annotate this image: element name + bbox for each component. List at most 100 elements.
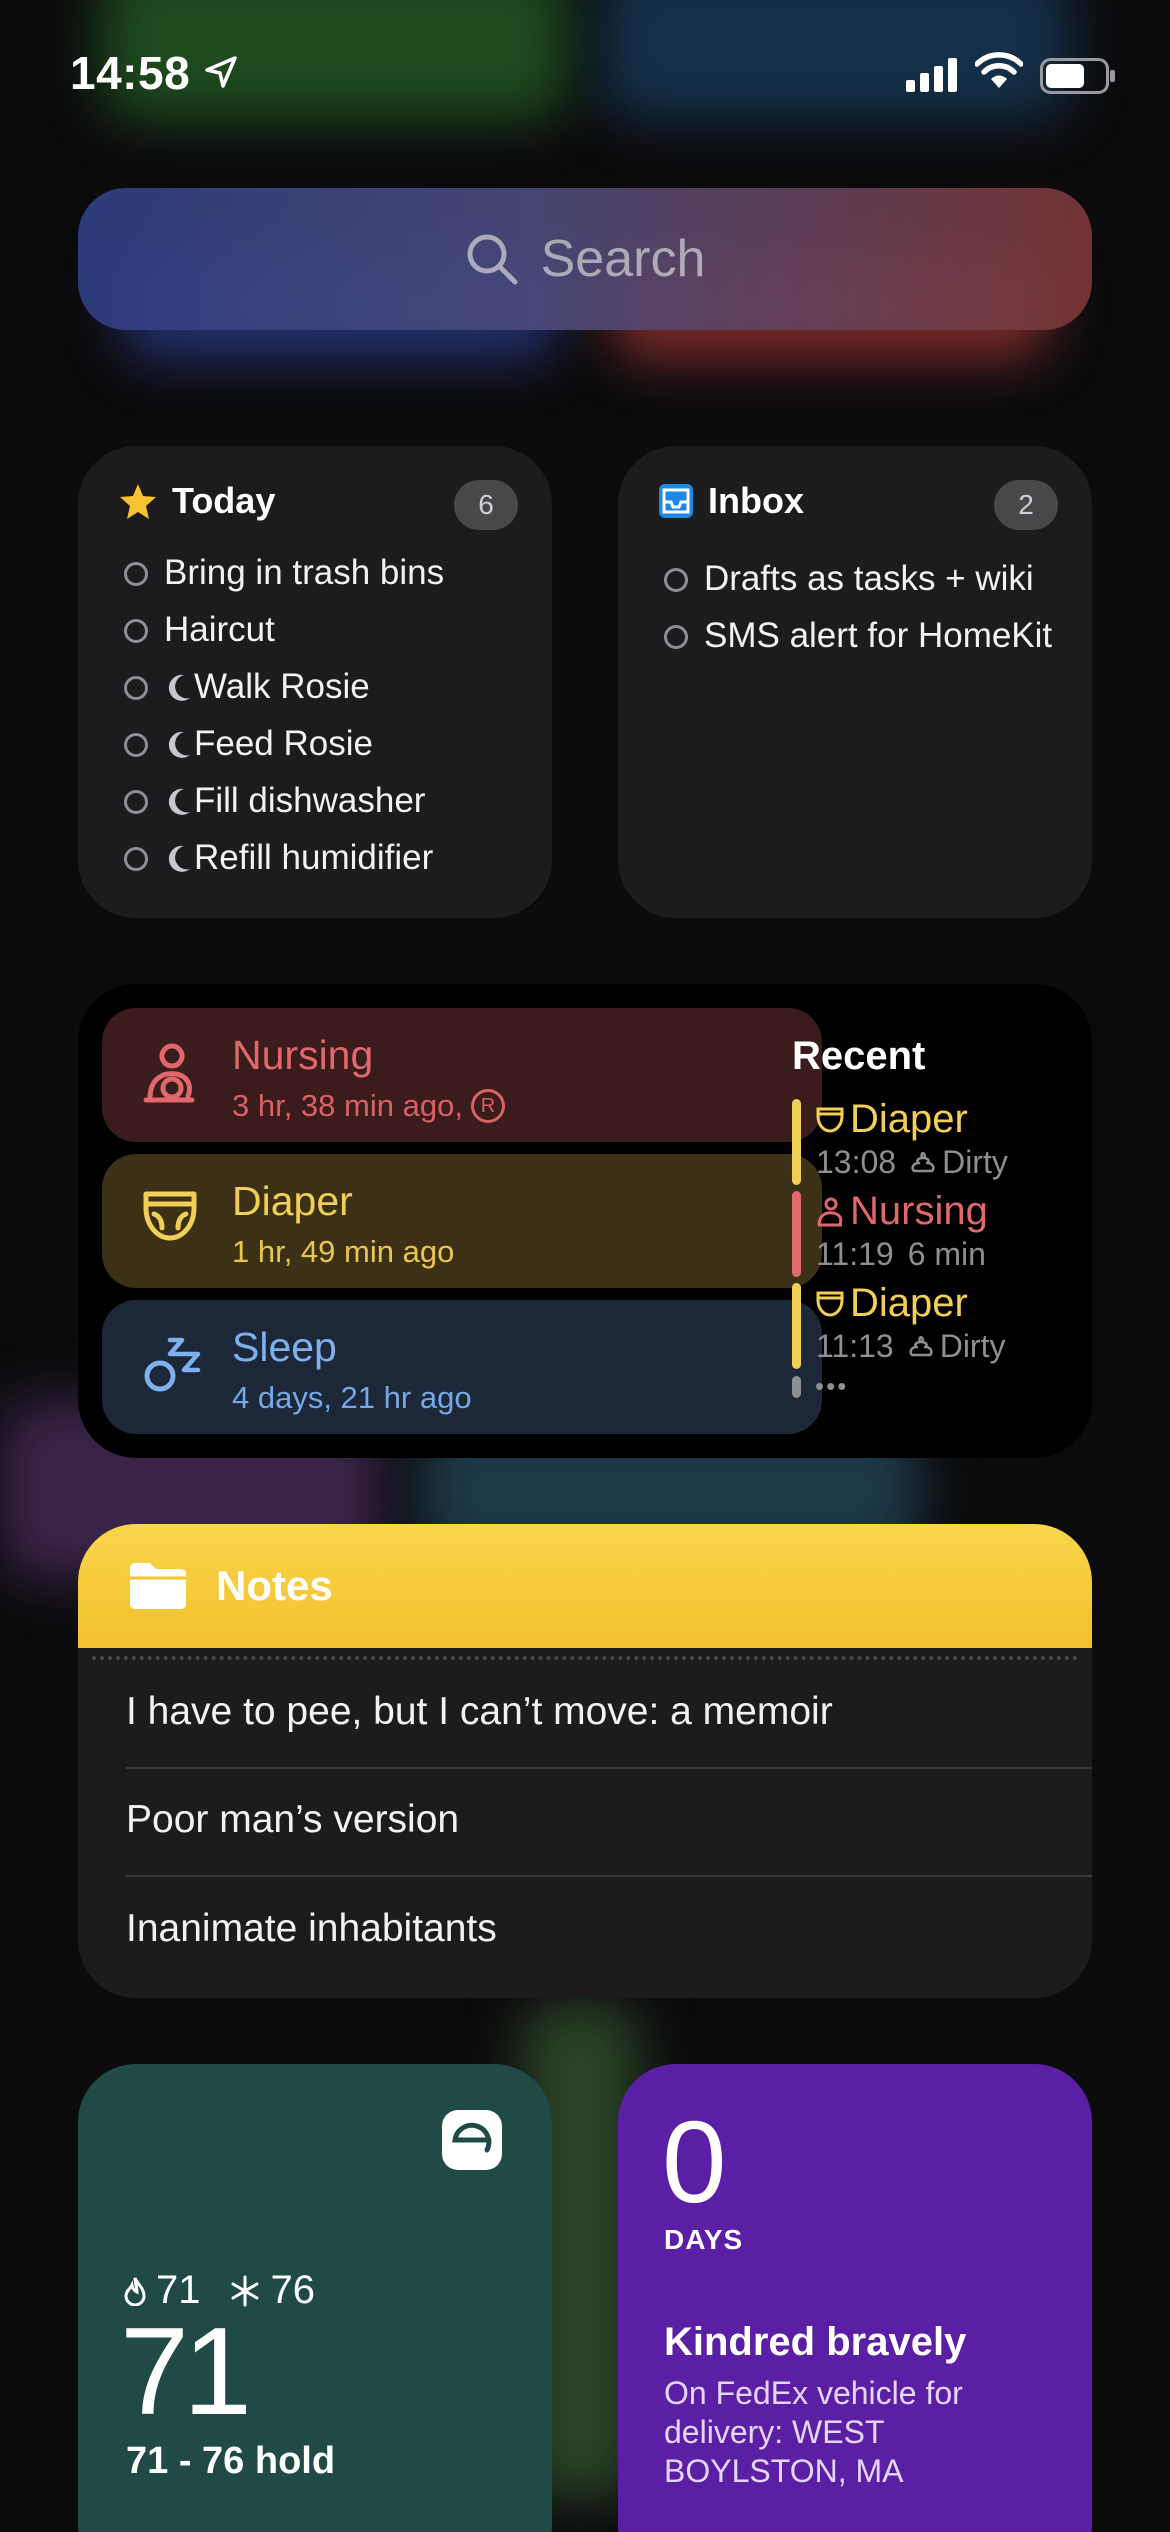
- notes-header: Notes: [78, 1524, 1092, 1648]
- widget-title: Inbox: [708, 480, 804, 521]
- recent-title: Recent: [792, 1034, 926, 1078]
- diaper-icon: [143, 1191, 197, 1241]
- divider: [126, 1875, 1092, 1877]
- checkbox[interactable]: [124, 847, 148, 871]
- checkbox[interactable]: [124, 676, 148, 700]
- inbox-tray-icon: [659, 484, 693, 518]
- note-item[interactable]: Poor man’s version: [126, 1798, 459, 1842]
- moon-icon: [168, 788, 190, 815]
- recent-time: 11:19: [816, 1236, 894, 1272]
- package-title: Kindred bravely: [664, 2320, 967, 2364]
- things-inbox-widget[interactable]: Inbox 2 Drafts as tasks + wiki SMS alert …: [618, 446, 1092, 918]
- poop-icon: [911, 1151, 935, 1172]
- note-item[interactable]: Inanimate inhabitants: [126, 1907, 497, 1951]
- recent-color-bar: [792, 1283, 801, 1369]
- recent-type: Diaper: [850, 1281, 968, 1325]
- things-today-widget[interactable]: Today 6 Bring in trash bins Haircut Walk R…: [78, 446, 552, 918]
- widget-title: Today: [172, 480, 276, 521]
- current-temperature: 71: [120, 2303, 252, 2441]
- recent-item[interactable]: Nursing 11:19 6 min: [792, 1189, 1072, 1281]
- notes-widget[interactable]: Notes I have to pee, but I can’t move: a…: [78, 1524, 1092, 1998]
- thermostat-widget[interactable]: 71 76 71 71 - 76 hold: [78, 2064, 552, 2532]
- clock: 14:58: [70, 47, 191, 99]
- diaper-ago: 1 hr, 49 min ago: [232, 1234, 455, 1269]
- checkbox[interactable]: [124, 790, 148, 814]
- task-item[interactable]: Bring in trash bins: [124, 552, 532, 593]
- snowflake-icon: [231, 2275, 258, 2306]
- task-label: Refill humidifier: [194, 838, 434, 877]
- star-icon: [120, 484, 156, 519]
- task-label: Bring in trash bins: [164, 553, 445, 592]
- checkbox[interactable]: [124, 619, 148, 643]
- task-item[interactable]: Fill dishwasher: [124, 780, 532, 821]
- baby-tracker-widget[interactable]: Nursing 3 hr, 38 min ago, R Diaper 1 hr,…: [78, 984, 1092, 1458]
- sleep-ago: 4 days, 21 hr ago: [232, 1380, 472, 1415]
- recent-color-bar: [792, 1099, 801, 1185]
- days-label: DAYS: [664, 2224, 744, 2255]
- sleep-label: Sleep: [232, 1324, 337, 1370]
- diaper-button[interactable]: Diaper 1 hr, 49 min ago: [102, 1154, 822, 1288]
- moon-icon: [168, 674, 190, 701]
- task-item[interactable]: Walk Rosie: [124, 666, 532, 707]
- task-item[interactable]: Feed Rosie: [124, 723, 532, 764]
- cellular-signal-icon: [906, 58, 957, 92]
- task-label: Feed Rosie: [194, 724, 373, 763]
- task-label: SMS alert for HomeKit: [704, 616, 1053, 655]
- recent-color-bar: [792, 1191, 801, 1277]
- search-placeholder: Search: [540, 230, 706, 288]
- diaper-icon: [816, 1107, 844, 1133]
- package-countdown-widget[interactable]: 0 DAYS Kindred bravely On FedEx vehicle …: [618, 2064, 1092, 2532]
- task-list: Drafts as tasks + wiki SMS alert for Home…: [664, 558, 1072, 672]
- moon-icon: [168, 731, 190, 758]
- divider: [126, 1767, 1092, 1769]
- task-label: Haircut: [164, 610, 275, 649]
- task-item[interactable]: SMS alert for HomeKit: [664, 615, 1072, 656]
- nursing-label: Nursing: [232, 1032, 374, 1078]
- poop-icon: [909, 1335, 933, 1356]
- more-dots: •••: [815, 1371, 849, 1401]
- notes-title: Notes: [216, 1562, 333, 1609]
- package-status: On FedEx vehicle for delivery: WEST BOYL…: [664, 2375, 963, 2489]
- nursing-ago: 3 hr, 38 min ago,: [232, 1088, 463, 1123]
- recent-time: 13:08: [816, 1144, 897, 1180]
- battery-icon: [1040, 58, 1115, 94]
- checkbox[interactable]: [124, 733, 148, 757]
- status-bar: 14:58: [0, 0, 1170, 140]
- folder-icon: [130, 1563, 186, 1609]
- checkbox[interactable]: [124, 562, 148, 586]
- recent-type: Diaper: [850, 1097, 968, 1141]
- cool-setpoint: 76: [270, 2268, 316, 2312]
- recent-list: Diaper 13:08 Dirty Nursing 11:19 6 min Diaper 1…: [792, 1097, 1072, 1373]
- days-count: 0: [662, 2097, 727, 2227]
- task-label: Fill dishwasher: [194, 781, 426, 820]
- diaper-label: Diaper: [232, 1178, 353, 1224]
- task-label: Walk Rosie: [194, 667, 370, 706]
- sleep-button[interactable]: Sleep 4 days, 21 hr ago: [102, 1300, 822, 1434]
- nursing-button[interactable]: Nursing 3 hr, 38 min ago, R: [102, 1008, 822, 1142]
- recent-detail: Dirty: [939, 1328, 1006, 1364]
- moon-icon: [168, 845, 190, 872]
- task-item[interactable]: Drafts as tasks + wiki: [664, 558, 1072, 599]
- task-list: Bring in trash bins Haircut Walk Rosie Feed…: [124, 552, 532, 894]
- recent-item[interactable]: Diaper 11:13 Dirty: [792, 1281, 1072, 1373]
- count-badge: 6: [454, 480, 518, 530]
- checkbox[interactable]: [664, 625, 688, 649]
- task-label: Drafts as tasks + wiki: [704, 559, 1034, 598]
- recent-type: Nursing: [850, 1189, 988, 1233]
- task-item[interactable]: Refill humidifier: [124, 837, 532, 878]
- sleep-icon: [144, 1337, 201, 1392]
- diaper-icon: [816, 1291, 844, 1317]
- recent-item[interactable]: Diaper 13:08 Dirty: [792, 1097, 1072, 1189]
- recent-detail: Dirty: [942, 1144, 1008, 1180]
- task-item[interactable]: Haircut: [124, 609, 532, 650]
- nursing-icon: [143, 1043, 195, 1103]
- ecobee-logo-icon: [442, 2110, 502, 2170]
- recent-time: 11:13: [816, 1328, 894, 1364]
- note-item[interactable]: I have to pee, but I can’t move: a memoi…: [126, 1690, 833, 1734]
- search-bar[interactable]: Search: [78, 188, 1092, 330]
- checkbox[interactable]: [664, 568, 688, 592]
- divider: [92, 1656, 1078, 1660]
- location-arrow-icon: [205, 56, 237, 88]
- search-icon: [467, 234, 518, 285]
- hold-status: 71 - 76 hold: [126, 2440, 336, 2482]
